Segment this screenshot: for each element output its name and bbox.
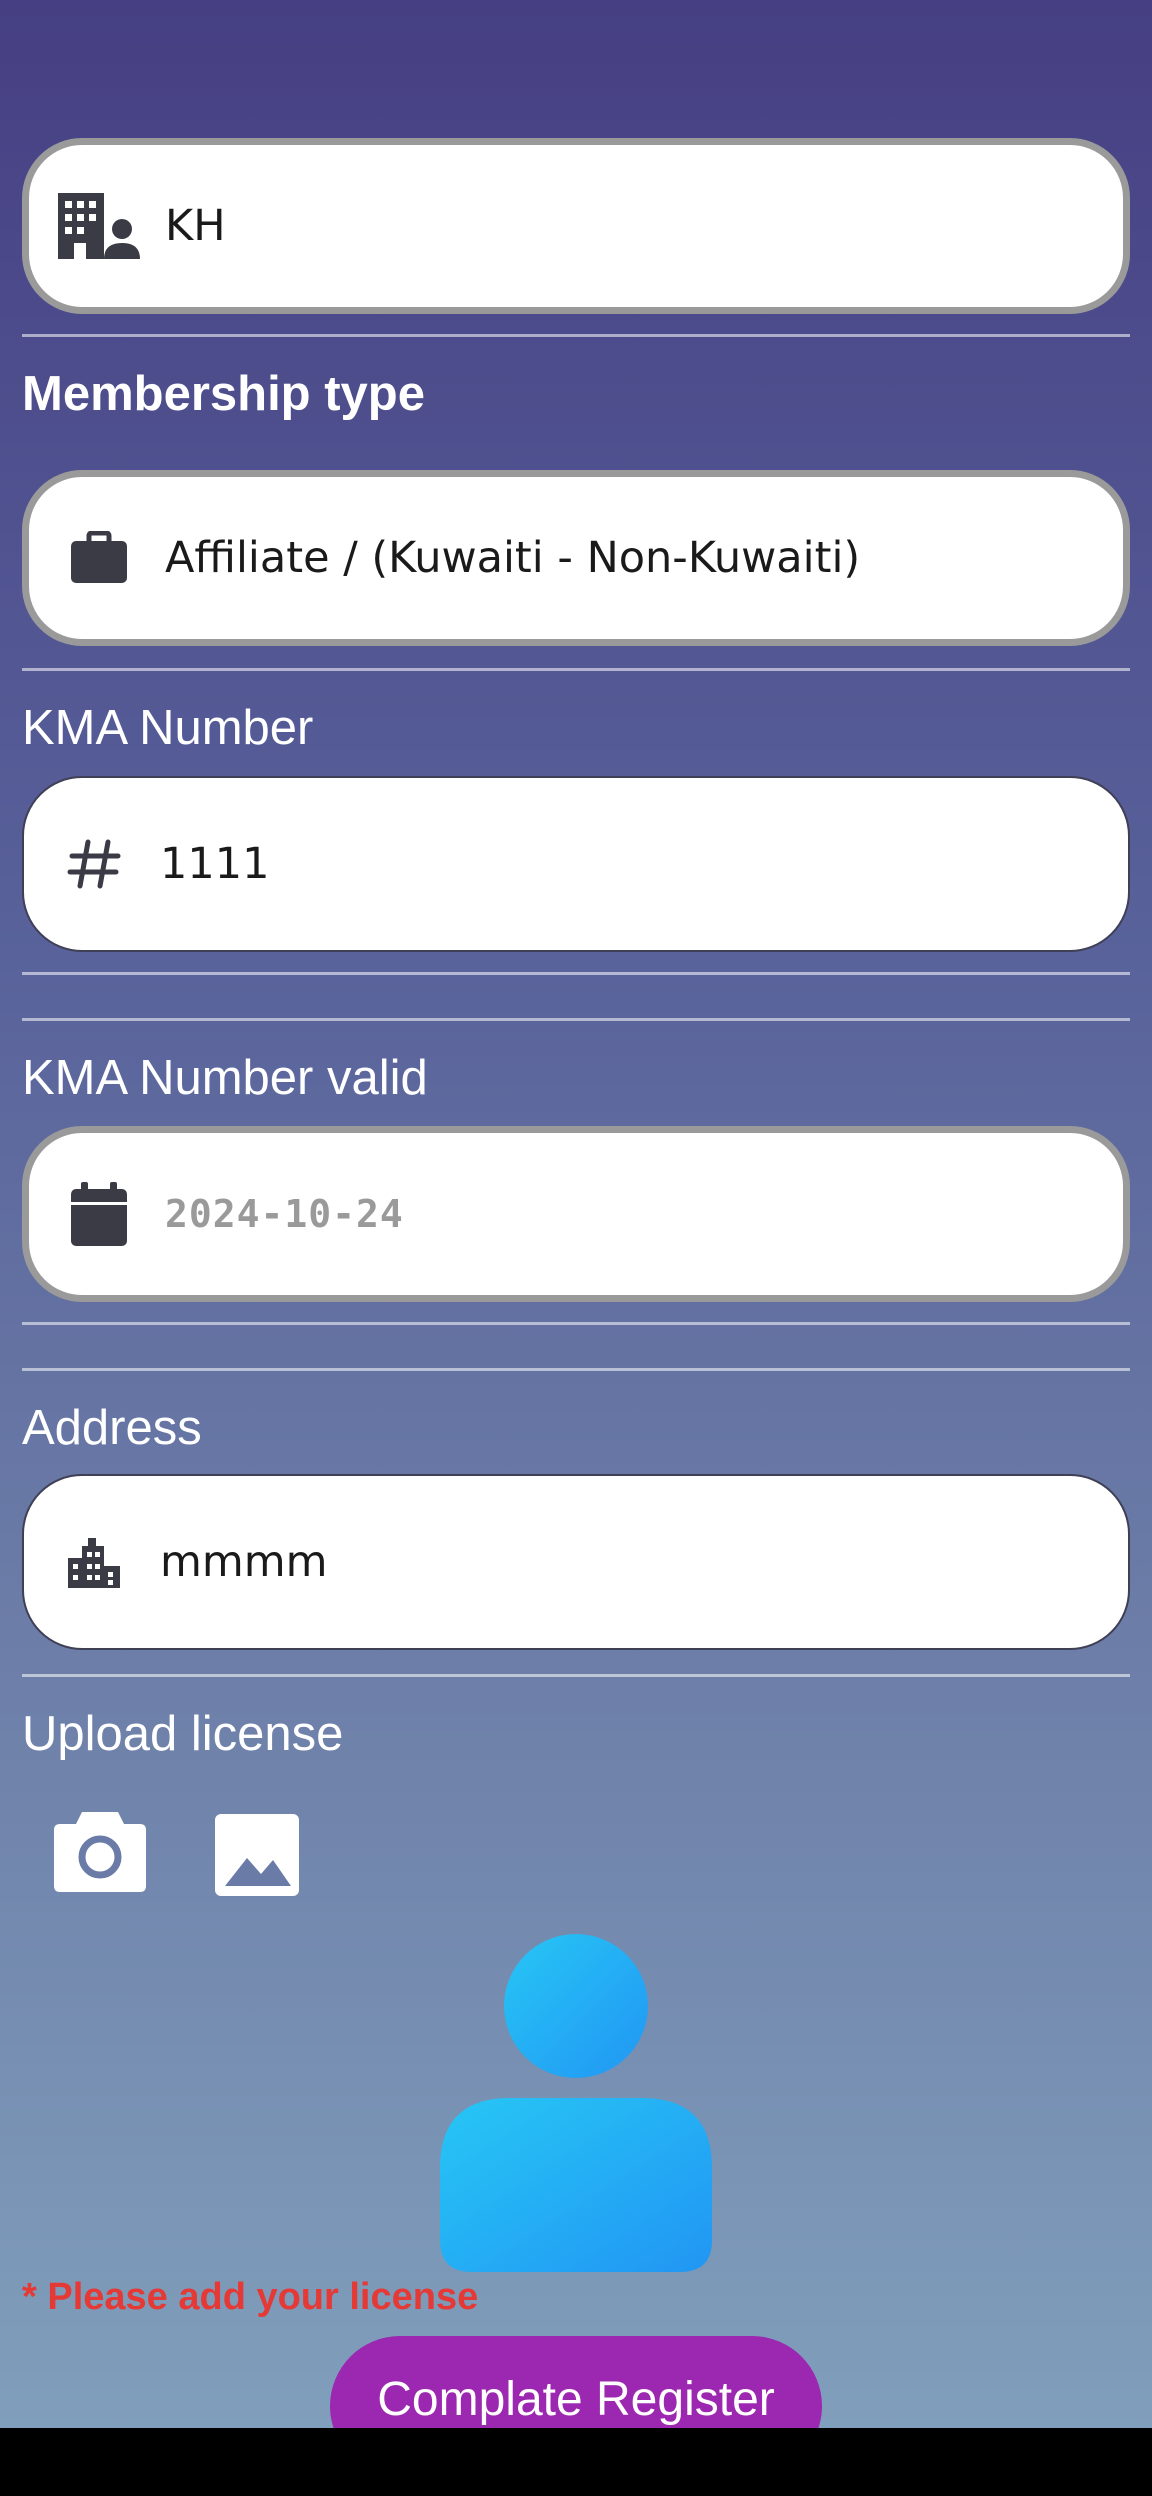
divider xyxy=(22,334,1130,337)
complete-register-button[interactable]: Complate Register xyxy=(330,2336,822,2428)
address-value: mmmm xyxy=(160,1537,328,1587)
calendar-icon xyxy=(51,1166,147,1262)
kma-number-label: KMA Number xyxy=(22,701,314,755)
kma-number-valid-date-input[interactable]: 2024-10-24 xyxy=(22,1126,1130,1302)
divider xyxy=(22,1368,1130,1371)
divider xyxy=(22,1674,1130,1677)
kma-number-valid-label: KMA Number valid xyxy=(22,1051,428,1105)
building-person-icon xyxy=(51,178,147,274)
upload-license-label: Upload license xyxy=(22,1707,344,1761)
image-icon xyxy=(213,1812,301,1902)
system-navigation-bar xyxy=(0,2428,1152,2496)
membership-type-label: Membership type xyxy=(22,367,425,421)
city-icon xyxy=(46,1514,142,1610)
kma-number-value: 1111 xyxy=(160,839,270,889)
membership-type-value: Affiliate / (Kuwaiti - Non-Kuwaiti) xyxy=(165,533,861,583)
kma-number-input[interactable]: 1111 xyxy=(22,776,1130,952)
divider xyxy=(22,972,1130,975)
address-label: Address xyxy=(22,1401,202,1455)
divider xyxy=(22,668,1130,671)
divider xyxy=(22,1322,1130,1325)
organization-field[interactable]: KH xyxy=(22,138,1130,314)
camera-icon xyxy=(52,1808,148,1898)
license-avatar-placeholder xyxy=(436,1934,716,2274)
organization-value: KH xyxy=(165,201,226,251)
gallery-button[interactable] xyxy=(212,1812,302,1902)
divider xyxy=(22,1018,1130,1021)
briefcase-icon xyxy=(51,510,147,606)
license-warning: * Please add your license xyxy=(22,2276,479,2318)
registration-screen: KH Membership type Affiliate / (Kuwaiti … xyxy=(0,0,1152,2428)
kma-number-valid-placeholder: 2024-10-24 xyxy=(165,1192,404,1236)
membership-type-select[interactable]: Affiliate / (Kuwaiti - Non-Kuwaiti) xyxy=(22,470,1130,646)
address-input[interactable]: mmmm xyxy=(22,1474,1130,1650)
hash-icon xyxy=(46,816,142,912)
camera-button[interactable] xyxy=(50,1808,150,1898)
